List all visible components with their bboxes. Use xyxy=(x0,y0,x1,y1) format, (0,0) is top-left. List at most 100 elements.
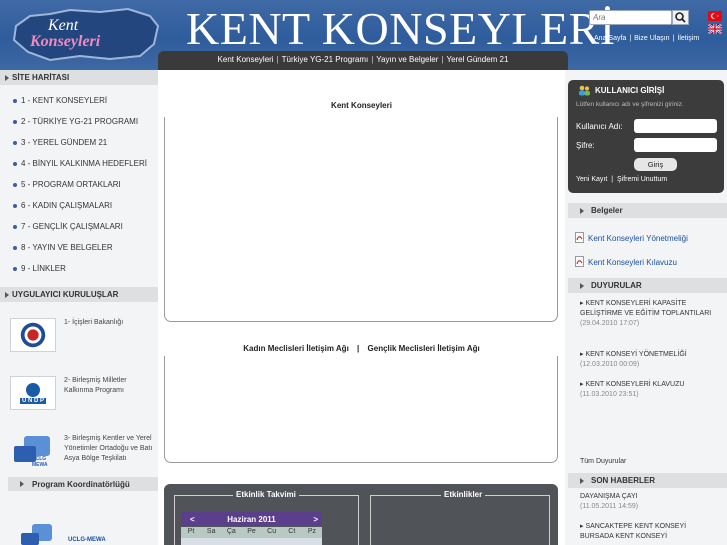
document-link[interactable]: Kent Konseyleri Yönetmeliği xyxy=(575,232,688,243)
sitemap-heading: SİTE HARİTASI xyxy=(0,70,158,85)
login-links-separator: | xyxy=(611,176,614,183)
kent-konseyleri-logo[interactable]: Kent Konseyleri xyxy=(10,4,162,64)
svg-text:Konseyleri: Konseyleri xyxy=(29,33,101,50)
weekday: Ça xyxy=(226,528,236,535)
interior-ministry-logo xyxy=(10,318,56,352)
sitemap-item[interactable]: 5 - PROGRAM ORTAKLARI xyxy=(0,174,158,195)
users-icon xyxy=(579,85,590,96)
announcement-title: KENT KONSEYLERİ KAPASİTE GELİŞTİRME VE E… xyxy=(580,300,712,317)
coordinator-logo-text: UCLG-MEWA xyxy=(68,537,106,543)
coordinators-heading: Program Koordinatörlüğü xyxy=(8,477,158,491)
calendar-header: < Haziran 2011 > xyxy=(181,512,322,526)
nav-publications[interactable]: Yayın ve Belgeler xyxy=(376,55,438,64)
news-item[interactable]: ▸ SANCAKTEPE KENT KONSEYİ BURSADA KENT K… xyxy=(580,522,720,542)
sitemap-list: 1 - KENT KONSEYLERİ 2 - TÜRKİYE YG-21 PR… xyxy=(0,85,158,279)
coordinator-logo[interactable] xyxy=(18,524,58,545)
sitemap-item[interactable]: 6 - KADIN ÇALIŞMALARI xyxy=(0,195,158,216)
contact-us-link[interactable]: Bize Ulaşın xyxy=(634,35,669,42)
youth-network-link[interactable]: Gençlik Meclisleri İletişim Ağı xyxy=(368,344,480,353)
documents-heading: Belgeler xyxy=(568,203,727,218)
language-selector xyxy=(708,11,722,37)
sitemap-item[interactable]: 3 - YEREL GÜNDEM 21 xyxy=(0,132,158,153)
weekday: Cu xyxy=(267,528,277,535)
username-label: Kullanıcı Adı: xyxy=(576,122,623,131)
sitemap-item[interactable]: 8 - YAYIN VE BELGELER xyxy=(0,237,158,258)
english-flag-icon[interactable] xyxy=(708,24,722,34)
announcement-title: KENT KONSEYİ YÖNETMELİĞİ xyxy=(585,351,687,358)
events-title: Etkinlikler xyxy=(441,490,486,499)
search-icon xyxy=(675,12,686,23)
login-title: KULLANICI GİRİŞİ xyxy=(595,86,665,95)
announcements-heading: DUYURULAR xyxy=(568,278,727,293)
document-link[interactable]: Kent Konseyleri Kılavuzu xyxy=(575,256,677,267)
top-links: Ana Sayfa | Bize Ulaşın | İletişim xyxy=(594,35,700,42)
sitemap-item[interactable]: 7 - GENÇLİK ÇALIŞMALARI xyxy=(0,216,158,237)
main-content: Kent Konseyleri Kadın Meclisleri İletişi… xyxy=(158,70,565,545)
news-title: DAYANIŞMA ÇAYI xyxy=(580,493,638,500)
announcement-title: KENT KONSEYLERİ KLAVUZU xyxy=(585,381,685,388)
svg-text:Kent: Kent xyxy=(47,17,79,34)
news-item[interactable]: DAYANIŞMA ÇAYI (11.05.2011 14:59) xyxy=(580,492,720,512)
coordinators-heading-label: Program Koordinatörlüğü xyxy=(32,480,130,489)
calendar-weekdays: Pt Sa Ça Pe Cu Ct Pz xyxy=(181,527,322,538)
sitemap-item[interactable]: 4 - BİNYIL KALKINMA HEDEFLERİ xyxy=(0,153,158,174)
search-input[interactable] xyxy=(590,11,666,24)
sitemap-item[interactable]: 9 - LİNKLER xyxy=(0,258,158,279)
communication-link[interactable]: İletişim xyxy=(677,35,699,42)
weekday: Sa xyxy=(206,528,216,535)
password-label: Şifre: xyxy=(576,141,595,150)
announcement-item[interactable]: ▸ KENT KONSEYLERİ KLAVUZU (11.03.2010 23… xyxy=(580,380,720,400)
password-field[interactable] xyxy=(634,138,717,152)
implementers-heading: UYGULAYICI KURULUŞLAR xyxy=(0,287,158,302)
username-field[interactable] xyxy=(634,119,717,133)
site-header: Kent Konseyleri KENT KONSEYLERİ Ana Sayf… xyxy=(0,0,727,70)
org-label: 2- Birleşmiş Milletler Kalkınma Programı xyxy=(64,377,127,394)
all-announcements-link[interactable]: Tüm Duyurular xyxy=(580,457,720,467)
left-sidebar: SİTE HARİTASI 1 - KENT KONSEYLERİ 2 - TÜ… xyxy=(0,70,158,545)
calendar-next-button[interactable]: > xyxy=(313,515,318,524)
document-link-label: Kent Konseyleri Kılavuzu xyxy=(588,258,677,267)
sitemap-item[interactable]: 1 - KENT KONSEYLERİ xyxy=(0,90,158,111)
announcement-item[interactable]: ▸ KENT KONSEYLERİ KAPASİTE GELİŞTİRME VE… xyxy=(580,299,720,329)
forgot-password-link[interactable]: Şifremi Unuttum xyxy=(617,176,667,183)
women-network-link[interactable]: Kadın Meclisleri İletişim Ağı xyxy=(243,344,349,353)
announcement-item[interactable]: ▸ KENT KONSEYİ YÖNETMELİĞİ (12.03.2010 0… xyxy=(580,350,720,370)
sitemap-item[interactable]: 2 - TÜRKİYE YG-21 PROGRAMI xyxy=(0,111,158,132)
news-title: SANCAKTEPE KENT KONSEYİ BURSADA KENT KON… xyxy=(580,523,687,540)
news-heading: SON HABERLER xyxy=(568,473,727,488)
pdf-icon xyxy=(575,232,584,243)
login-panel: KULLANICI GİRİŞİ Lütfen kullanıcı adı ve… xyxy=(568,80,724,193)
main-navigation: Kent Konseyleri | Türkiye YG-21 Programı | Y… xyxy=(158,51,568,70)
pdf-icon xyxy=(575,256,584,267)
login-links: Yeni Kayıt | Şifremi Unuttum xyxy=(576,176,667,183)
news-date: (11.05.2011 14:59) xyxy=(580,503,639,510)
networks-box-title: Kadın Meclisleri İletişim Ağı | Gençlik … xyxy=(158,344,565,353)
search-field[interactable] xyxy=(589,10,672,25)
calendar-month: Haziran 2011 xyxy=(227,515,276,524)
weekday: Ct xyxy=(288,528,296,535)
login-hint: Lütfen kullanıcı adı ve şifrenizi girini… xyxy=(576,101,684,108)
networks-box xyxy=(164,356,558,463)
events-panel: Etkinlik Takvimi Etkinlikler < Haziran 2… xyxy=(164,484,558,545)
networks-separator: | xyxy=(357,344,360,353)
undp-logo: U N D P xyxy=(10,376,56,410)
uclg-logo: UCLG MEWA xyxy=(10,434,56,468)
turkish-flag-icon[interactable] xyxy=(708,11,722,21)
announcement-date: (29.04.2010 17:07) xyxy=(580,320,640,327)
home-link[interactable]: Ana Sayfa xyxy=(594,35,626,42)
org-label: 3- Birleşmiş Kentler ve Yerel Yönetimler… xyxy=(64,435,153,462)
login-button[interactable]: Giriş xyxy=(634,158,677,171)
site-title: KENT KONSEYLERİ xyxy=(186,3,616,54)
register-link[interactable]: Yeni Kayıt xyxy=(576,176,607,183)
calendar-days-grid xyxy=(181,538,322,545)
document-link-label: Kent Konseyleri Yönetmeliği xyxy=(588,234,688,243)
search-button[interactable] xyxy=(672,10,689,25)
uclg-logo-text: UCLG MEWA xyxy=(32,456,48,468)
nav-kent-konseyleri[interactable]: Kent Konseyleri xyxy=(218,55,274,64)
nav-local-agenda[interactable]: Yerel Gündem 21 xyxy=(446,55,508,64)
weekday: Pz xyxy=(307,528,316,535)
right-sidebar: KULLANICI GİRİŞİ Lütfen kullanıcı adı ve… xyxy=(565,70,727,545)
kent-konseyleri-box-title: Kent Konseyleri xyxy=(331,101,392,110)
org-label: 1- İçişleri Bakanlığı xyxy=(64,319,124,326)
nav-yg21-program[interactable]: Türkiye YG-21 Programı xyxy=(282,55,369,64)
